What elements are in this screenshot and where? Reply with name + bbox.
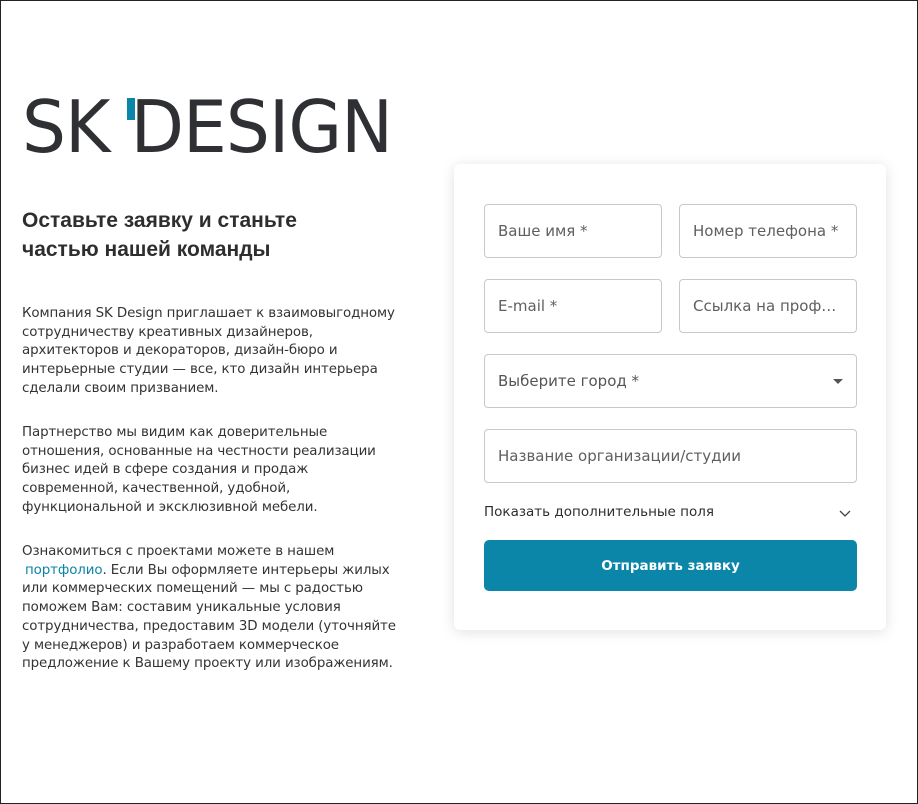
profile-link-field[interactable]	[679, 279, 857, 333]
email-field[interactable]	[484, 279, 662, 333]
city-select-label: Выберите город *	[498, 372, 640, 390]
logo-graphic: SK DESIGN	[22, 85, 393, 169]
caret-down-icon	[833, 378, 843, 384]
phone-field[interactable]	[679, 204, 857, 258]
profile-link-input[interactable]	[693, 297, 843, 315]
show-more-fields-label: Показать дополнительные поля	[484, 504, 714, 520]
submit-application-button[interactable]: Отправить заявку	[484, 540, 857, 591]
paragraph-3-rest: . Если Вы оформляете интерьеры жилых или…	[22, 562, 396, 672]
name-field[interactable]	[484, 204, 662, 258]
logo-text: SK DESIGN	[22, 95, 392, 155]
organization-field[interactable]	[484, 429, 857, 483]
paragraph-3-lead: Ознакомиться с проектами можете в нашем	[22, 544, 335, 559]
intro-paragraph-2: Партнерство мы видим как доверительные о…	[22, 425, 376, 515]
intro-paragraph-3: Ознакомиться с проектами можете в нашем п…	[22, 543, 402, 674]
organization-input[interactable]	[498, 447, 843, 465]
page-heading: Оставьте заявку и станьте частью нашей к…	[22, 209, 297, 261]
show-more-fields-toggle[interactable]: Показать дополнительные поля	[484, 502, 857, 522]
city-select[interactable]: Выберите город *	[484, 354, 857, 408]
phone-input[interactable]	[693, 222, 843, 240]
name-input[interactable]	[498, 222, 648, 240]
intro-paragraph-1: Компания SK Design приглашает к взаимовы…	[22, 306, 395, 396]
application-form-card: Выберите город * Показать дополнительные…	[454, 164, 886, 630]
sk-design-logo: SK DESIGN	[22, 85, 394, 169]
email-input[interactable]	[498, 297, 648, 315]
portfolio-link[interactable]: портфолио	[22, 563, 103, 578]
chevron-down-icon	[839, 510, 851, 517]
